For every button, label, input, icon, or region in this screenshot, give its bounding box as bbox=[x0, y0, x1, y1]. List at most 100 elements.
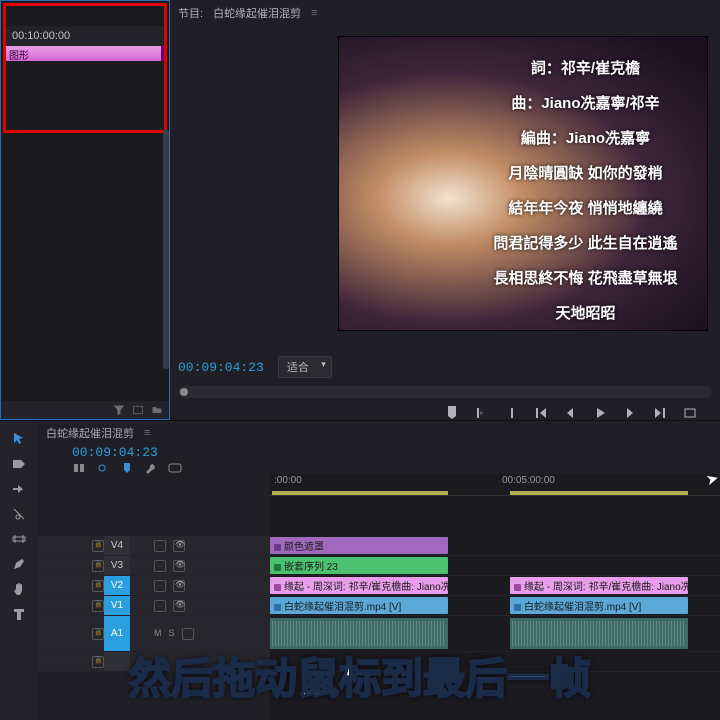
filter-icon[interactable] bbox=[113, 404, 125, 416]
voice-icon[interactable] bbox=[182, 628, 194, 640]
eye-icon[interactable] bbox=[173, 580, 185, 592]
lyric-line: 曲：Jiano冼嘉寧/祁辛 bbox=[478, 86, 693, 121]
eye-icon[interactable] bbox=[173, 560, 185, 572]
play-icon[interactable] bbox=[592, 406, 608, 420]
track-a1[interactable] bbox=[270, 616, 720, 652]
ruler-label: :00:00 bbox=[274, 475, 302, 486]
hand-tool-icon[interactable] bbox=[11, 581, 27, 597]
track-header-v1[interactable]: V1 bbox=[38, 596, 270, 616]
graphic-clip[interactable]: 图形 bbox=[6, 46, 164, 61]
track-v3[interactable]: 嵌套序列 23 bbox=[270, 556, 720, 576]
mark-in-icon[interactable] bbox=[472, 406, 488, 420]
go-to-in-icon[interactable] bbox=[532, 406, 548, 420]
eye-icon[interactable] bbox=[173, 540, 185, 552]
step-forward-icon[interactable] bbox=[622, 406, 638, 420]
track-label[interactable] bbox=[104, 652, 130, 671]
program-timecode[interactable]: 00:09:04:23 bbox=[178, 360, 264, 375]
step-back-icon[interactable] bbox=[562, 406, 578, 420]
scrollbar-thumb[interactable] bbox=[163, 129, 169, 369]
slip-tool-icon[interactable] bbox=[11, 531, 27, 547]
add-marker-icon[interactable] bbox=[446, 406, 458, 420]
track-v4[interactable]: 颜色遮罩 bbox=[270, 536, 720, 556]
lyric-line: 月陰晴圓缺 如你的發梢 bbox=[478, 156, 693, 191]
track-header-a1[interactable]: A1MS bbox=[38, 616, 270, 652]
eye-icon[interactable] bbox=[173, 600, 185, 612]
clip-video[interactable]: 白蛇缘起催泪混剪.mp4 [V] bbox=[270, 597, 448, 614]
snap-icon[interactable] bbox=[72, 462, 86, 474]
timeline-tab[interactable]: 白蛇缘起催泪混剪 ≡ bbox=[38, 421, 720, 445]
tool-palette bbox=[0, 421, 38, 720]
program-controls: 00:09:04:23 适合 bbox=[170, 350, 720, 420]
project-panel: 00:10:00:00 图形 bbox=[0, 0, 170, 420]
lock-icon[interactable] bbox=[92, 580, 104, 592]
track-label[interactable]: V4 bbox=[104, 536, 130, 555]
timeline-options bbox=[72, 462, 720, 474]
track-header-v2[interactable]: V2 bbox=[38, 576, 270, 596]
program-monitor-panel: 节目: 白蛇缘起催泪混剪 ≡ 詞：祁辛/崔克檐 曲：Jiano冼嘉寧/祁辛 編曲… bbox=[170, 0, 720, 420]
program-sequence-name: 白蛇缘起催泪混剪 bbox=[213, 5, 301, 21]
track-label[interactable]: V2 bbox=[104, 576, 130, 595]
scrubber-handle[interactable] bbox=[180, 388, 188, 396]
mute-toggle[interactable] bbox=[154, 540, 166, 552]
track-header-v3[interactable]: V3 bbox=[38, 556, 270, 576]
lock-icon[interactable] bbox=[92, 540, 104, 552]
zoom-fit-select[interactable]: 适合 bbox=[278, 356, 332, 378]
video-frame: 詞：祁辛/崔克檐 曲：Jiano冼嘉寧/祁辛 編曲：Jiano冼嘉寧 月陰晴圓缺… bbox=[338, 36, 708, 331]
new-bin-icon[interactable] bbox=[151, 404, 163, 416]
timeline-track-area[interactable]: 颜色遮罩 嵌套序列 23 缘起 - 周深词: 祁辛/崔克檐曲: Jiano冼 缘… bbox=[270, 496, 720, 720]
new-item-icon[interactable] bbox=[132, 404, 144, 416]
razor-tool-icon[interactable] bbox=[11, 506, 27, 522]
clip-graphic[interactable]: 缘起 - 周深词: 祁辛/崔克檐曲: Jiano冼 bbox=[510, 577, 688, 594]
lyric-line: 天地昭昭 bbox=[478, 296, 693, 331]
mute-toggle[interactable] bbox=[154, 600, 166, 612]
track-label[interactable]: A1 bbox=[104, 616, 130, 651]
track-label[interactable]: V1 bbox=[104, 596, 130, 615]
track-v2[interactable]: 缘起 - 周深词: 祁辛/崔克檐曲: Jiano冼 缘起 - 周深词: 祁辛/崔… bbox=[270, 576, 720, 596]
ripple-edit-tool-icon[interactable] bbox=[11, 481, 27, 497]
clip-video[interactable]: 白蛇缘起催泪混剪.mp4 [V] bbox=[510, 597, 688, 614]
ruler-label: 00:05:00:00 bbox=[502, 475, 555, 486]
linked-selection-icon[interactable] bbox=[96, 462, 110, 474]
lock-icon[interactable] bbox=[92, 560, 104, 572]
clip-audio[interactable] bbox=[510, 618, 688, 649]
project-panel-footer bbox=[1, 401, 169, 419]
mute-toggle[interactable] bbox=[154, 580, 166, 592]
lyric-line: 長相思終不悔 花飛盡草無垠 bbox=[478, 261, 693, 296]
track-select-tool-icon[interactable] bbox=[11, 456, 27, 472]
lyrics-overlay: 詞：祁辛/崔克檐 曲：Jiano冼嘉寧/祁辛 編曲：Jiano冼嘉寧 月陰晴圓缺… bbox=[478, 51, 693, 331]
type-tool-icon[interactable] bbox=[11, 606, 27, 622]
lock-icon[interactable] bbox=[92, 628, 104, 640]
panel-menu-icon[interactable]: ≡ bbox=[144, 427, 150, 439]
track-header-v4[interactable]: V4 bbox=[38, 536, 270, 556]
export-frame-icon[interactable] bbox=[682, 406, 698, 420]
program-title-prefix: 节目: bbox=[178, 5, 203, 21]
work-area-bar[interactable] bbox=[272, 491, 448, 495]
go-to-out-icon[interactable] bbox=[652, 406, 668, 420]
lock-icon[interactable] bbox=[92, 600, 104, 612]
track-a2[interactable] bbox=[270, 652, 720, 672]
mark-out-icon[interactable] bbox=[502, 406, 518, 420]
marker-snap-icon[interactable] bbox=[120, 462, 134, 474]
work-area-bar[interactable] bbox=[510, 491, 688, 495]
track-header-a2[interactable] bbox=[38, 652, 270, 672]
timeline-timecode[interactable]: 00:09:04:23 bbox=[72, 445, 720, 462]
panel-menu-icon[interactable]: ≡ bbox=[311, 7, 317, 19]
program-canvas[interactable]: 詞：祁辛/崔克檐 曲：Jiano冼嘉寧/祁辛 編曲：Jiano冼嘉寧 月陰晴圓缺… bbox=[170, 26, 720, 350]
program-scrubber[interactable] bbox=[178, 386, 712, 398]
track-label[interactable]: V3 bbox=[104, 556, 130, 575]
clip-audio[interactable] bbox=[270, 618, 448, 649]
clip-color-matte[interactable]: 颜色遮罩 bbox=[270, 537, 448, 554]
wrench-icon[interactable] bbox=[144, 462, 158, 474]
track-v1[interactable]: 白蛇缘起催泪混剪.mp4 [V] 白蛇缘起催泪混剪.mp4 [V] bbox=[270, 596, 720, 616]
timeline-ruler[interactable]: :00:00 00:05:00:00 bbox=[270, 474, 720, 496]
clip-graphic[interactable]: 缘起 - 周深词: 祁辛/崔克檐曲: Jiano冼 bbox=[270, 577, 448, 594]
annotation-highlight: 00:10:00:00 图形 bbox=[3, 3, 167, 133]
lyric-line: 結年年今夜 悄悄地纏繞 bbox=[478, 191, 693, 226]
caption-icon[interactable] bbox=[168, 462, 182, 474]
lock-icon[interactable] bbox=[92, 656, 104, 668]
pen-tool-icon[interactable] bbox=[11, 556, 27, 572]
track-headers: V4 V3 V2 V1 A1MS bbox=[38, 496, 270, 720]
clip-nested-sequence[interactable]: 嵌套序列 23 bbox=[270, 557, 448, 574]
selection-tool-icon[interactable] bbox=[11, 431, 27, 447]
mute-toggle[interactable] bbox=[154, 560, 166, 572]
